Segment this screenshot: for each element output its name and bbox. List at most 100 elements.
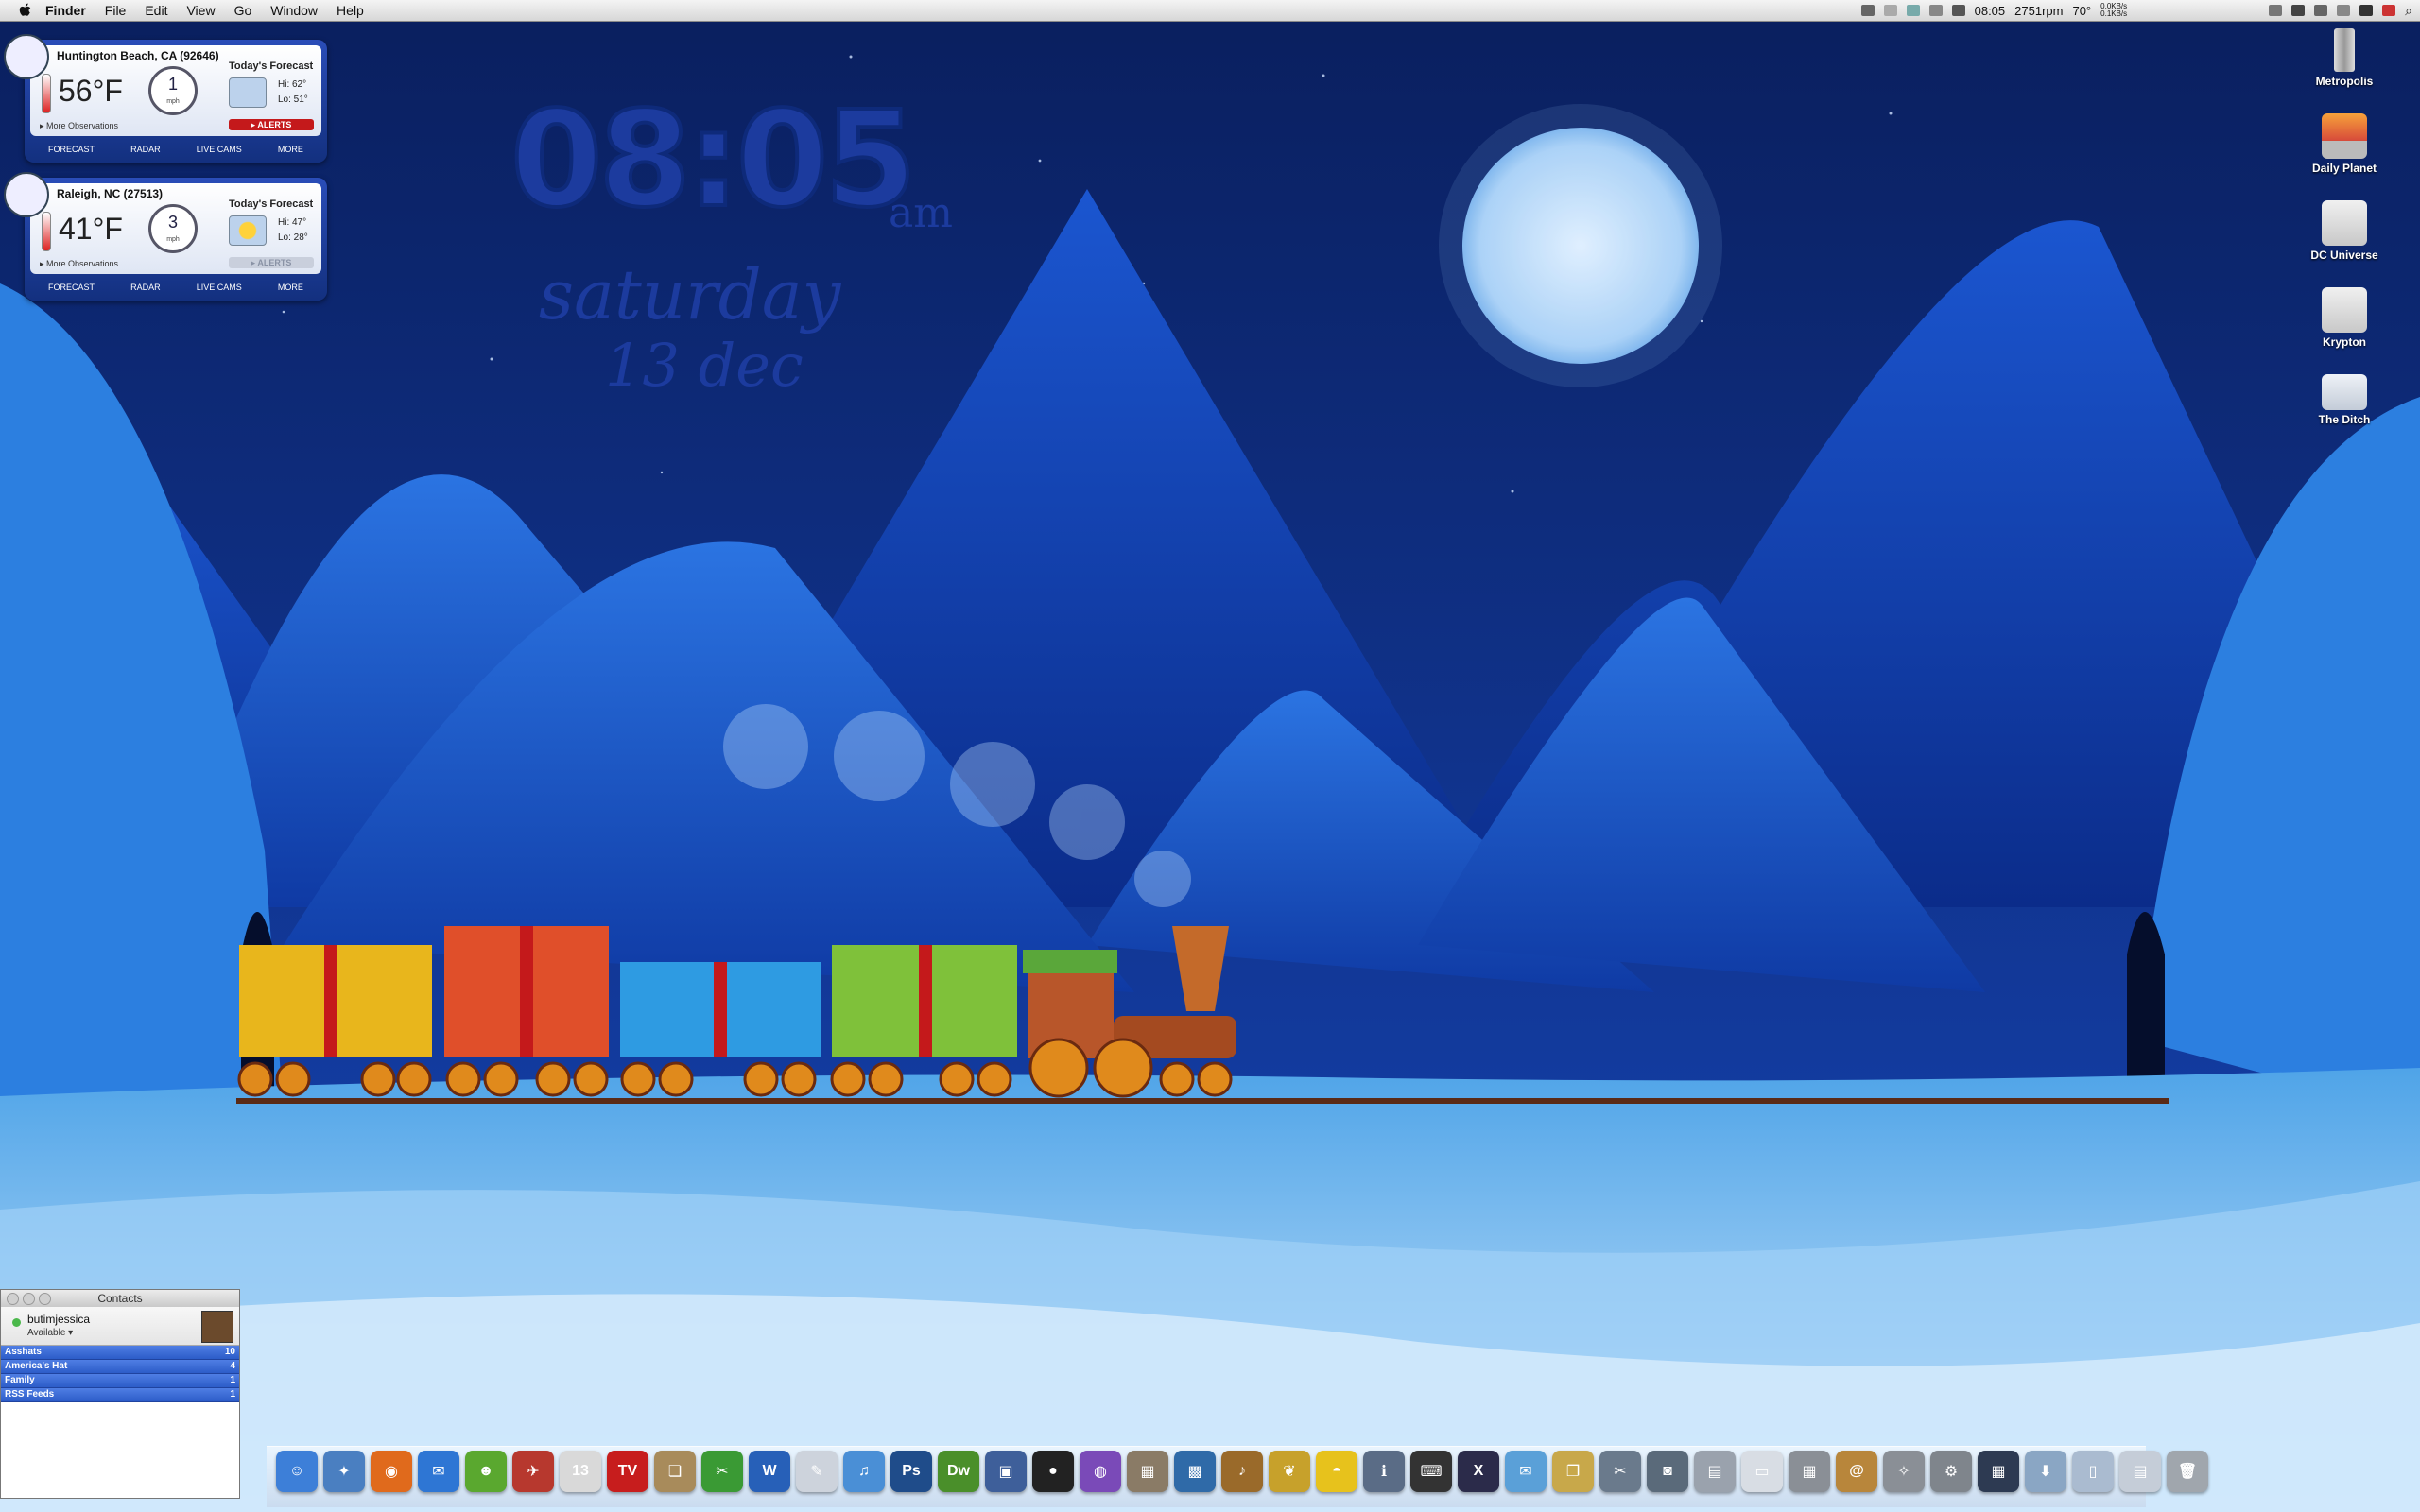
dock-item-ichat[interactable]: ✉	[418, 1451, 459, 1492]
tab-forecast[interactable]: FORECAST	[48, 283, 95, 292]
dock-item-pineapple[interactable]: ❦	[1269, 1451, 1310, 1492]
zoom-button[interactable]	[39, 1293, 51, 1305]
weather-location[interactable]: Raleigh, NC (27513)	[57, 187, 163, 200]
dock-item-dreamweaver[interactable]: Dw	[938, 1451, 979, 1492]
menu-finder[interactable]: Finder	[36, 0, 95, 21]
dock-item-system-info[interactable]: ℹ	[1363, 1451, 1405, 1492]
dock-item-trash[interactable]: 🗑	[2167, 1451, 2208, 1492]
fan-speed[interactable]: 2751rpm	[2014, 4, 2063, 18]
dock-item-remote-desktop[interactable]: ▣	[985, 1451, 1027, 1492]
tab-more[interactable]: MORE	[278, 283, 303, 292]
group-count: 4	[230, 1361, 235, 1371]
dock-item-applications-stack[interactable]: ▤	[2119, 1451, 2161, 1492]
dock-item-finder[interactable]: ☺	[276, 1451, 318, 1492]
network-meter[interactable]: 0.0KB/s 0.1KB/s	[2100, 3, 2127, 18]
dock-item-iphoto[interactable]: ▩	[1174, 1451, 1216, 1492]
dock-item-capture[interactable]: ◙	[1647, 1451, 1688, 1492]
growl-icon[interactable]	[1860, 5, 1875, 16]
dock-item-xcode-tool[interactable]: ✂	[701, 1451, 743, 1492]
wifi-icon[interactable]	[2360, 5, 2374, 16]
menu-file[interactable]: File	[95, 0, 136, 21]
dock-item-photo-booth[interactable]: ▤	[1694, 1451, 1736, 1492]
dock-item-pages[interactable]: ▭	[1741, 1451, 1783, 1492]
tab-forecast[interactable]: FORECAST	[48, 145, 95, 154]
menu-window[interactable]: Window	[261, 0, 327, 21]
dock-item-system-preferences[interactable]: ⚙	[1930, 1451, 1972, 1492]
dock-item-osx[interactable]: X	[1458, 1451, 1499, 1492]
spotlight-icon[interactable]: ⌕	[2405, 3, 2412, 19]
tab-radar[interactable]: RADAR	[130, 145, 161, 154]
more-observations-link[interactable]: ▸ More Observations	[40, 259, 118, 269]
dock-item-cyberduck[interactable]: ◓	[1316, 1451, 1357, 1492]
desktop-icon-krypton[interactable]: Krypton	[2288, 287, 2401, 349]
weather-bug-logo	[4, 172, 49, 217]
minimize-button[interactable]	[23, 1293, 35, 1305]
dock-item-screenshot[interactable]: ✂	[1599, 1451, 1641, 1492]
dock-item-safari[interactable]: ✦	[323, 1451, 365, 1492]
desktop-icon-daily-planet[interactable]: Daily Planet	[2288, 113, 2401, 175]
close-button[interactable]	[7, 1293, 19, 1305]
dock-item-dashboard[interactable]: ▦	[1978, 1451, 2019, 1492]
dock-item-tv[interactable]: TV	[607, 1451, 648, 1492]
dock-item-mail-stamp[interactable]: ✈	[512, 1451, 554, 1492]
sync-icon[interactable]	[2269, 5, 2283, 16]
menu-go[interactable]: Go	[225, 0, 262, 21]
dock-item-front-row[interactable]: ●	[1032, 1451, 1074, 1492]
desktop-icon-metropolis[interactable]: Metropolis	[2288, 28, 2401, 88]
globe-icon[interactable]	[1906, 5, 1920, 16]
dock-item-adium[interactable]: ☻	[465, 1451, 507, 1492]
dock-item-downloads-stack[interactable]: ⬇	[2025, 1451, 2066, 1492]
bluetooth-icon[interactable]	[2337, 5, 2351, 16]
contacts-window[interactable]: Contacts butimjessica Available ▾ Asshat…	[0, 1289, 240, 1499]
menu-view[interactable]: View	[177, 0, 224, 21]
dock-item-calculator-tool[interactable]: ▦	[1127, 1451, 1168, 1492]
dock-item-textedit[interactable]: ✎	[796, 1451, 838, 1492]
tab-radar[interactable]: RADAR	[130, 283, 161, 292]
time-machine-icon[interactable]	[2314, 5, 2328, 16]
dock-item-preview[interactable]: ❏	[654, 1451, 696, 1492]
dock-item-stickies[interactable]: ❐	[1552, 1451, 1594, 1492]
contact-group[interactable]: Family 1	[1, 1374, 239, 1388]
alerts-button[interactable]: ▸ ALERTS	[229, 257, 314, 268]
dock-item-documents-stack[interactable]: ▯	[2072, 1451, 2114, 1492]
menu-edit[interactable]: Edit	[135, 0, 177, 21]
weather-location[interactable]: Huntington Beach, CA (92646)	[57, 49, 219, 62]
dock-item-terminal[interactable]: ⌨	[1410, 1451, 1452, 1492]
cpu-temp[interactable]: 70°	[2072, 4, 2091, 18]
dock-item-itunes[interactable]: ♫	[843, 1451, 885, 1492]
apple-menu-icon[interactable]	[15, 0, 36, 21]
calendar-icon[interactable]	[1951, 5, 1965, 16]
dock-item-photoshop[interactable]: Ps	[890, 1451, 932, 1492]
desktop-icon-the-ditch[interactable]: The Ditch	[2288, 374, 2401, 426]
weather-widget[interactable]: Huntington Beach, CA (92646) 56°F 1 mph …	[4, 34, 327, 163]
desktop-icon-dc-universe[interactable]: DC Universe	[2288, 200, 2401, 262]
status-selector[interactable]: Available ▾	[27, 1328, 73, 1338]
flag-icon[interactable]	[2382, 5, 2396, 16]
dock-item-ical[interactable]: 13	[560, 1451, 601, 1492]
lock-icon[interactable]	[1928, 5, 1943, 16]
tab-live-cams[interactable]: LIVE CAMS	[197, 145, 242, 154]
my-status-panel: butimjessica Available ▾	[1, 1307, 239, 1346]
more-observations-link[interactable]: ▸ More Observations	[40, 121, 118, 131]
mail-icon[interactable]	[1883, 5, 1897, 16]
dock-item-address-book[interactable]: @	[1836, 1451, 1877, 1492]
contact-group[interactable]: Asshats 10	[1, 1346, 239, 1360]
dock-item-garageband[interactable]: ♪	[1221, 1451, 1263, 1492]
menu-help[interactable]: Help	[327, 0, 373, 21]
dock-item-transmit[interactable]: ✉	[1505, 1451, 1547, 1492]
dock-item-calculator[interactable]: ▦	[1789, 1451, 1830, 1492]
dock-item-word[interactable]: W	[749, 1451, 790, 1492]
alerts-button[interactable]: ▸ ALERTS	[229, 119, 314, 130]
dock-item-utilities[interactable]: ✧	[1883, 1451, 1925, 1492]
weather-widget[interactable]: Raleigh, NC (27513) 41°F 3 mph Today's F…	[4, 172, 327, 301]
menubar-clock[interactable]: 08:05	[1975, 4, 2006, 18]
tab-live-cams[interactable]: LIVE CAMS	[197, 283, 242, 292]
tab-more[interactable]: MORE	[278, 145, 303, 154]
avatar[interactable]	[201, 1311, 233, 1343]
dock-item-firefox[interactable]: ◉	[371, 1451, 412, 1492]
contact-group[interactable]: RSS Feeds 1	[1, 1388, 239, 1402]
display-icon[interactable]	[2291, 5, 2306, 16]
contacts-titlebar[interactable]: Contacts	[1, 1290, 239, 1307]
contact-group[interactable]: America's Hat 4	[1, 1360, 239, 1374]
dock-item-color-picker[interactable]: ◍	[1080, 1451, 1121, 1492]
